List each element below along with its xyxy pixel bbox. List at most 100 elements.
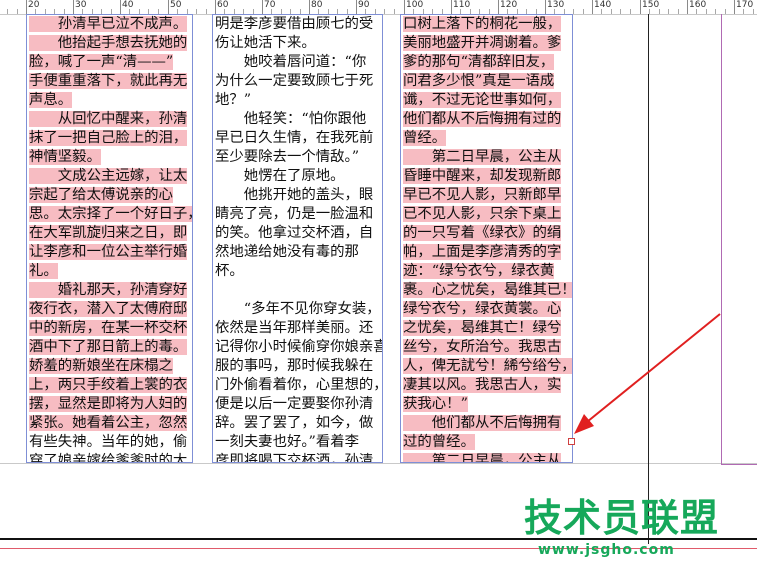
body-text: 的笑。他拿过交杯酒，自 bbox=[215, 225, 374, 241]
ruler-minor-tick bbox=[620, 9, 621, 14]
ruler-minor-tick bbox=[715, 9, 716, 14]
highlighted-text: 礼。 bbox=[29, 263, 58, 279]
ruler-major-tick bbox=[120, 0, 121, 14]
ruler-major-tick bbox=[168, 0, 169, 14]
text-line: 她咬着唇问道：“你 bbox=[215, 53, 366, 72]
ruler-tick-label: 100 bbox=[406, 0, 424, 10]
ruler-minor-tick bbox=[17, 9, 18, 14]
text-frame-3[interactable]: 口树上落下的桐花一般， 美丽地盛开并凋谢着。爹 爹的那句“清都辞旧友， 问君多少恨”真… bbox=[400, 14, 573, 463]
ruler-minor-tick bbox=[649, 9, 650, 14]
text-line: 获我心！” bbox=[403, 395, 468, 414]
body-text: 为什么一定要致顾七于死 bbox=[215, 73, 374, 89]
horizontal-ruler[interactable]: 20 30 40 50 60 70 80 90 100 110 120 130 140 150 160 170… bbox=[0, 0, 757, 15]
ruler-major-tick bbox=[592, 0, 593, 14]
highlighted-text: 思。太宗择了一个好日子， bbox=[29, 206, 192, 222]
text-line: 爹的那句“清都辞旧友， bbox=[403, 53, 555, 72]
body-text: 服的事吗，那时候我躲在 bbox=[215, 358, 374, 374]
body-text: 穿了娘亲嫁给爹爹时的大 bbox=[29, 453, 188, 463]
highlighted-text: 已不见人影，只余下桌上 bbox=[403, 206, 562, 222]
body-text: 他轻笑：“怕你跟他 bbox=[215, 111, 367, 127]
text-line: 曾经。 bbox=[403, 129, 447, 148]
body-text: 她咬着唇问道：“你 bbox=[215, 54, 367, 70]
text-line: 她愣在了原地。 bbox=[215, 167, 345, 186]
text-line: 门外偷看着你，心里想的， bbox=[215, 376, 382, 395]
highlighted-text: 迹：“绿兮衣兮，绿衣黄 bbox=[403, 263, 555, 279]
body-text: 一刻夫妻也好。”看着李 bbox=[215, 434, 360, 450]
text-line: 一刻夫妻也好。”看着李 bbox=[215, 433, 359, 452]
text-line: 为什么一定要致顾七于死 bbox=[215, 72, 373, 91]
body-text: 他挑开她的盖头，眼 bbox=[215, 187, 374, 203]
vertical-guide-line[interactable] bbox=[648, 14, 649, 544]
ruler-minor-tick bbox=[706, 9, 707, 14]
ruler-tick-label: 60 bbox=[217, 0, 229, 10]
text-line: 有些失神。当年的她，偷 bbox=[29, 433, 187, 452]
highlighted-text: 第二日早晨，公主从 bbox=[403, 453, 562, 462]
text-line: 他抬起手想去抚她的 bbox=[29, 34, 188, 53]
ruler-major-tick bbox=[734, 0, 735, 14]
highlighted-text: 抹了一把自己脸上的泪， bbox=[29, 130, 188, 146]
text-line: 的笑。他拿过交杯酒，自 bbox=[215, 224, 373, 243]
ruler-minor-tick bbox=[583, 9, 584, 14]
body-text: 明是李彦要借由顾七的受 bbox=[215, 16, 374, 32]
body-text: 便是以后一定要娶你孙清 bbox=[215, 396, 374, 412]
highlighted-text: 问君多少恨”真是一语成 bbox=[403, 73, 555, 89]
ruler-major-tick bbox=[640, 0, 641, 14]
ruler-minor-tick bbox=[659, 9, 660, 14]
highlighted-text: 美丽地盛开并凋谢着。爹 bbox=[403, 35, 562, 51]
text-line: 迹：“绿兮衣兮，绿衣黄 bbox=[403, 262, 555, 281]
text-frame-2[interactable]: 明是李彦要借由顾七的受 伤让她活下来。 她咬着唇问道：“你 为什么一定要致顾七于死地… bbox=[212, 14, 383, 463]
text-line: 记得你小时候偷穿你娘亲喜 bbox=[215, 338, 382, 357]
text-line: 他挑开她的盖头，眼 bbox=[215, 186, 374, 205]
ruler-tick-label: 120 bbox=[500, 0, 518, 10]
ruler-tick-label: 160 bbox=[689, 0, 707, 10]
ruler-major-tick bbox=[356, 0, 357, 14]
ruler-major-tick bbox=[26, 0, 27, 14]
highlighted-text: 早已不见人影，只新郎早 bbox=[403, 187, 562, 203]
ruler-major-tick bbox=[309, 0, 310, 14]
watermark-text: 技术员联盟 bbox=[524, 496, 720, 540]
text-line: 夜行衣，潜入了太傅府邸 bbox=[29, 300, 188, 319]
text-line: 声息。 bbox=[29, 91, 73, 110]
text-line: 他们都从不后悔拥有 bbox=[403, 414, 562, 433]
highlighted-text: 曾经。 bbox=[403, 130, 447, 146]
text-line: “多年不见你穿女装， bbox=[215, 300, 381, 319]
text-line: 至少要除去一个情敌。” bbox=[215, 148, 359, 167]
ruler-minor-tick bbox=[206, 9, 207, 14]
body-text: 地？” bbox=[215, 92, 252, 108]
text-frame-1[interactable]: 孙清早已泣不成声。 他抬起手想去抚她的 脸，喊了一声“清——” 手便重重落下，就此再… bbox=[26, 14, 193, 463]
text-line: 美丽地盛开并凋谢着。爹 bbox=[403, 34, 562, 53]
watermark-logo: 技术员联盟 www.jsgho.com bbox=[524, 496, 724, 566]
ruler-major-tick bbox=[498, 0, 499, 14]
highlighted-text: 的一只写着《绿衣》的绢 bbox=[403, 225, 562, 241]
ruler-major-tick bbox=[404, 0, 405, 14]
text-line: 伤让她活下来。 bbox=[215, 34, 316, 53]
text-line: 上，两只手绞着上裳的衣 bbox=[29, 376, 188, 395]
text-line: 绿兮衣兮，绿衣黄裳。心 bbox=[403, 300, 562, 319]
ruler-minor-tick bbox=[668, 9, 669, 14]
ruler-minor-tick bbox=[678, 9, 679, 14]
text-line: 孙清早已泣不成声。 bbox=[29, 15, 188, 34]
text-line: 摆，显然是即将为人妇的 bbox=[29, 395, 188, 414]
text-line: 依然是当年那样美丽。还 bbox=[215, 319, 373, 338]
text-line: 他轻笑：“怕你跟他 bbox=[215, 110, 366, 129]
text-line: 已不见人影，只余下桌上 bbox=[403, 205, 562, 224]
highlighted-text: 神情坚毅。 bbox=[29, 149, 101, 165]
text-line: 中的新房，在某一杯交杯 bbox=[29, 319, 188, 338]
highlighted-text: 口树上落下的桐花一般， bbox=[403, 16, 562, 32]
ruler-tick-label: 110 bbox=[453, 0, 471, 10]
ruler-major-tick bbox=[262, 0, 263, 14]
ruler-minor-tick bbox=[384, 9, 385, 14]
ruler-minor-tick bbox=[696, 9, 697, 14]
body-text: “多年不见你穿女装， bbox=[215, 301, 381, 317]
highlighted-text: 夜行衣，潜入了太傅府邸 bbox=[29, 301, 188, 317]
highlighted-text: 他们都从不后悔拥有 bbox=[403, 415, 562, 431]
text-line: 明是李彦要借由顾七的受 bbox=[215, 15, 373, 34]
highlighted-text: 爹的那句“清都辞旧友， bbox=[403, 54, 555, 70]
text-line: 裹。心之忧矣，曷维其已！ bbox=[403, 281, 572, 300]
ruler-tick-label: 130 bbox=[547, 0, 565, 10]
text-line: 神情坚毅。 bbox=[29, 148, 101, 167]
ruler-tick-label: 40 bbox=[122, 0, 134, 10]
text-line: 早已日久生情，在我死前 bbox=[215, 129, 373, 148]
highlighted-text: 在大军凯旋归来之日，即 bbox=[29, 225, 188, 241]
body-text: 她愣在了原地。 bbox=[215, 168, 345, 184]
